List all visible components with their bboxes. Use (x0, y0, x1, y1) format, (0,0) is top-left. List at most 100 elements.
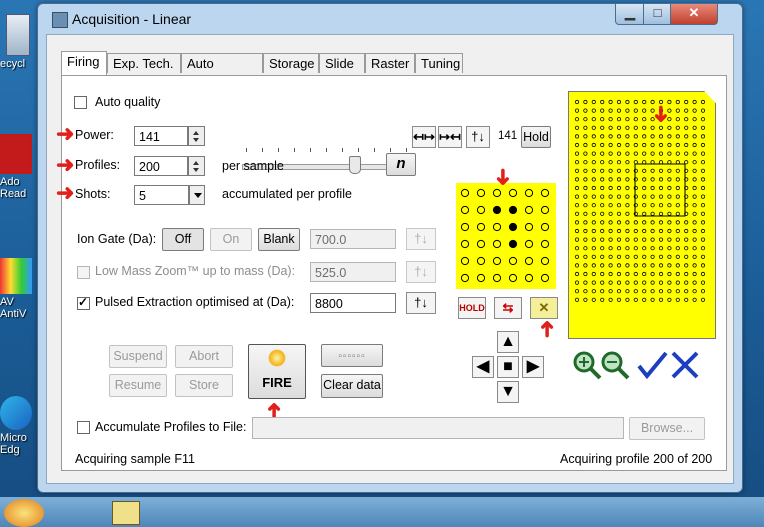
plate-spot[interactable] (616, 254, 622, 259)
plate-spot[interactable] (608, 211, 613, 216)
plate-spot[interactable] (574, 185, 580, 191)
plate-spot[interactable] (675, 134, 680, 139)
sample-spot[interactable] (524, 256, 534, 266)
plate-spot[interactable] (658, 99, 664, 105)
sample-spot[interactable] (508, 222, 518, 232)
plate-spot[interactable] (633, 125, 638, 130)
plate-spot[interactable] (700, 151, 706, 156)
plate-spot[interactable] (574, 99, 580, 105)
plate-spot[interactable] (667, 99, 672, 105)
plate-spot[interactable] (583, 263, 588, 268)
plate-spot[interactable] (574, 134, 580, 139)
plate-spot[interactable] (700, 263, 706, 268)
sample-spot[interactable] (540, 188, 550, 198)
plate-spot[interactable] (658, 228, 664, 234)
plate-spot[interactable] (684, 142, 689, 148)
plate-spot[interactable] (650, 168, 655, 173)
clear-plate-icon[interactable]: ✕ (530, 297, 558, 319)
plate-spot[interactable] (650, 254, 655, 259)
sample-spot[interactable] (508, 205, 518, 215)
plate-spot[interactable] (692, 125, 697, 130)
plate-spot[interactable] (583, 160, 588, 165)
plate-spot[interactable] (675, 203, 680, 208)
plate-spot[interactable] (574, 289, 580, 294)
plate-spot[interactable] (642, 228, 647, 234)
tab-tuning[interactable]: Tuning (415, 53, 463, 73)
profiles-input[interactable]: 200 (134, 156, 188, 176)
plate-spot[interactable] (633, 246, 638, 251)
plate-spot[interactable] (667, 185, 672, 191)
plate-spot[interactable] (658, 160, 664, 165)
sample-spot[interactable] (476, 205, 486, 215)
plate-spot[interactable] (608, 237, 613, 242)
plate-spot[interactable] (583, 280, 588, 285)
plate-spot[interactable] (608, 177, 613, 182)
plate-icon-button[interactable]: ▫▫▫▫▫▫ (321, 344, 383, 367)
store-button[interactable]: Store (175, 374, 233, 397)
plate-spot[interactable] (684, 237, 689, 242)
plate-spot[interactable] (608, 185, 613, 191)
sample-spot[interactable] (476, 273, 486, 283)
sample-spot[interactable] (508, 256, 518, 266)
plate-spot[interactable] (642, 203, 647, 208)
plate-spot[interactable] (642, 263, 647, 268)
plate-spot[interactable] (625, 134, 630, 139)
plate-spot[interactable] (608, 142, 613, 148)
cancel-icon[interactable] (670, 350, 700, 380)
plate-spot[interactable] (574, 254, 580, 259)
plate-spot[interactable] (692, 211, 697, 216)
plate-spot[interactable] (675, 108, 680, 113)
plate-spot[interactable] (616, 125, 622, 130)
browse-button[interactable]: Browse... (629, 417, 705, 440)
plate-spot[interactable] (625, 203, 630, 208)
plate-spot[interactable] (650, 228, 655, 234)
plate-spot[interactable] (700, 168, 706, 173)
plate-spot[interactable] (583, 271, 588, 277)
plate-spot[interactable] (591, 117, 596, 122)
plate-spot[interactable] (692, 246, 697, 251)
plate-spot[interactable] (700, 160, 706, 165)
sample-spot[interactable] (524, 205, 534, 215)
plate-spot[interactable] (667, 211, 672, 216)
plate-spot[interactable] (658, 168, 664, 173)
plate-spot[interactable] (667, 194, 672, 199)
plate-spot[interactable] (675, 254, 680, 259)
plate-spot[interactable] (583, 254, 588, 259)
pulsed-extraction-input[interactable]: 8800 (310, 293, 396, 313)
plate-spot[interactable] (658, 280, 664, 285)
taskbar-app-icon[interactable] (112, 501, 140, 525)
plate-spot[interactable] (600, 177, 605, 182)
plate-spot[interactable] (684, 117, 689, 122)
plate-spot[interactable] (650, 177, 655, 182)
plate-spot[interactable] (692, 203, 697, 208)
plate-spot[interactable] (642, 168, 647, 173)
plate-spot[interactable] (600, 271, 605, 277)
plate-spot[interactable] (692, 280, 697, 285)
plate-spot[interactable] (591, 160, 596, 165)
plate-spot[interactable] (658, 134, 664, 139)
plate-spot[interactable] (591, 280, 596, 285)
plate-spot[interactable] (667, 125, 672, 130)
plate-spot[interactable] (667, 220, 672, 225)
plate-spot[interactable] (675, 246, 680, 251)
plate-spot[interactable] (616, 108, 622, 113)
plate-spot[interactable] (591, 271, 596, 277)
sample-spot[interactable] (460, 273, 470, 283)
plate-spot[interactable] (650, 142, 655, 148)
plate-spot[interactable] (625, 220, 630, 225)
plate-spot[interactable] (600, 168, 605, 173)
plate-spot[interactable] (600, 220, 605, 225)
plate-spot[interactable] (684, 160, 689, 165)
plate-spot[interactable] (684, 254, 689, 259)
plate-spot[interactable] (600, 108, 605, 113)
plate-spot[interactable] (616, 168, 622, 173)
plate-spot[interactable] (583, 177, 588, 182)
sample-spot[interactable] (524, 239, 534, 249)
sample-spot[interactable] (524, 222, 534, 232)
plate-spot[interactable] (675, 185, 680, 191)
plate-spot[interactable] (608, 194, 613, 199)
title-bar[interactable]: Acquisition - Linear ▁ □ ✕ (38, 4, 742, 34)
plate-spot[interactable] (692, 228, 697, 234)
desktop-icon-antivirus[interactable]: AV AntiV (0, 258, 40, 320)
plate-spot[interactable] (650, 125, 655, 130)
